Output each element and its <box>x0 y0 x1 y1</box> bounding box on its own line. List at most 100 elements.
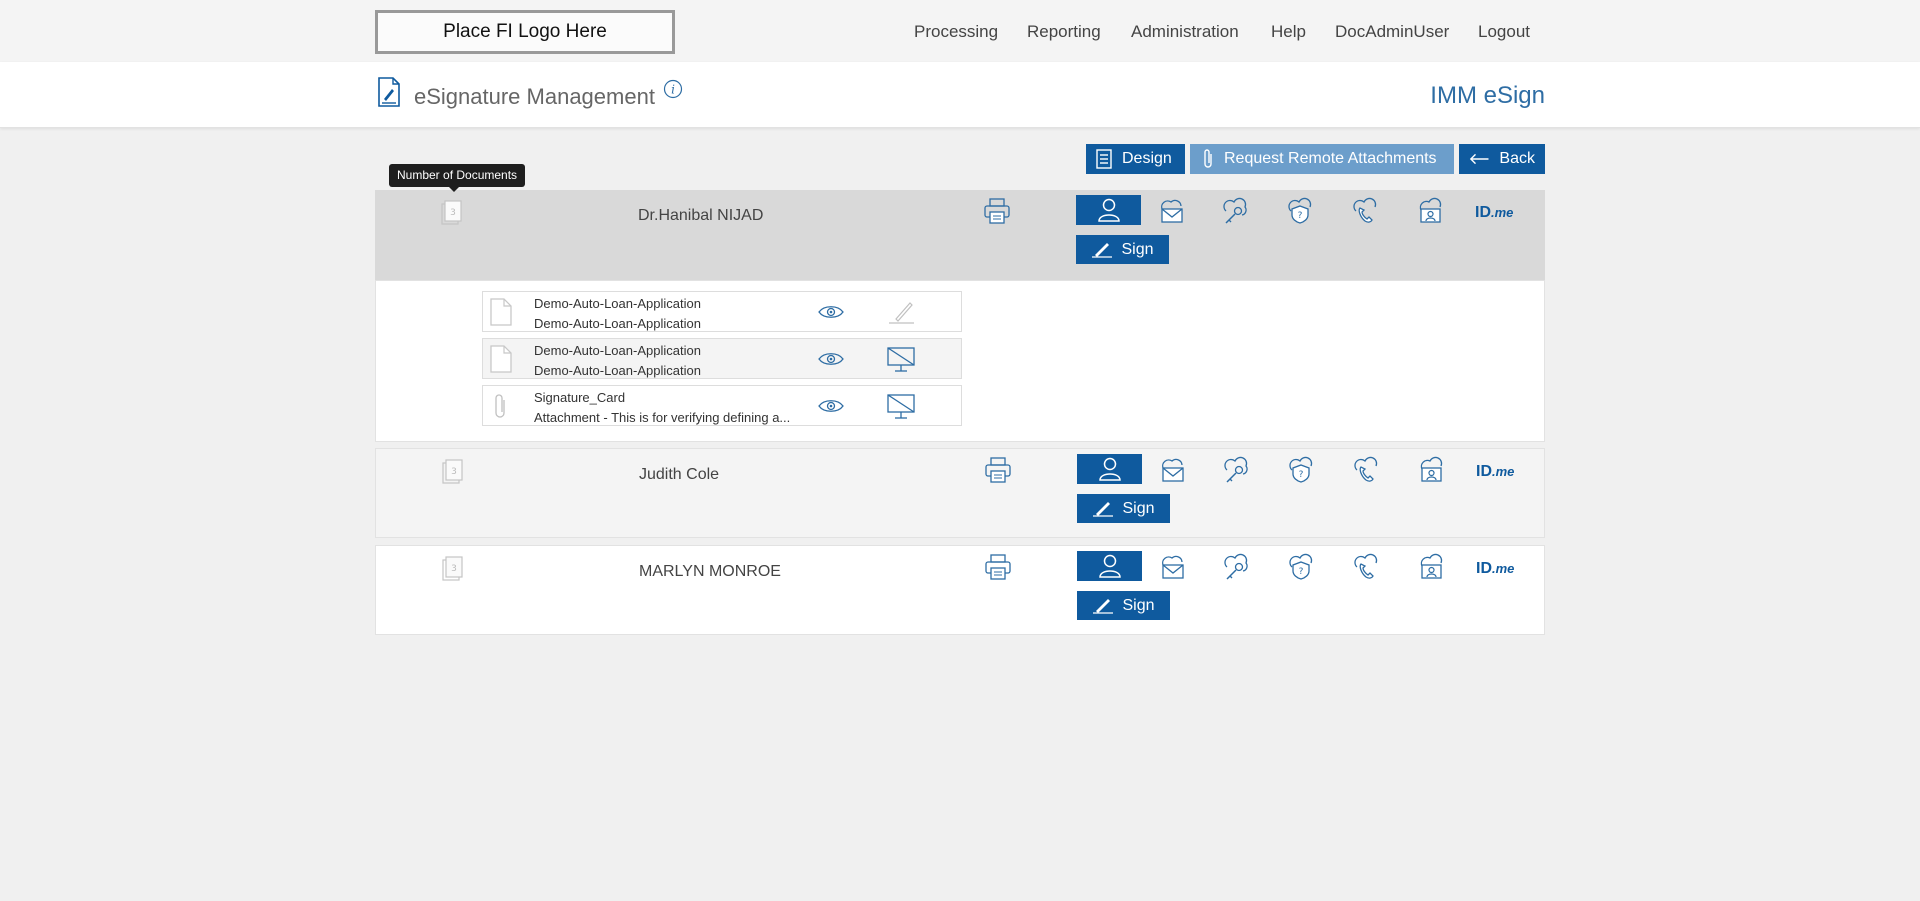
document-item[interactable]: Demo-Auto-Loan-Application Demo-Auto-Loan… <box>482 291 962 332</box>
document-count-icon[interactable]: 3 <box>441 556 465 587</box>
sign-label: Sign <box>1121 240 1154 258</box>
idme-text: ID <box>1475 204 1491 221</box>
info-icon[interactable]: i <box>663 79 683 104</box>
paperclip-icon <box>1204 149 1212 168</box>
key-cloud-icon[interactable] <box>1222 553 1250 586</box>
idme-text: ID <box>1476 463 1492 480</box>
document-name: Demo-Auto-Loan-Application Demo-Auto-Loan… <box>534 341 816 381</box>
document-title: Demo-Auto-Loan-Application <box>534 343 701 358</box>
back-label: Back <box>1499 150 1535 167</box>
signer-row[interactable]: 3 MARLYN MONROE Sign ? ID.me <box>375 545 1545 635</box>
signer-row[interactable]: 3 Judith Cole Sign ? ID.me <box>375 448 1545 538</box>
document-count-tooltip: Number of Documents <box>389 164 526 192</box>
documents-panel: Demo-Auto-Loan-Application Demo-Auto-Loan… <box>375 280 1545 442</box>
phone-cloud-icon[interactable] <box>1351 197 1379 230</box>
app-name: IMM eSign <box>1430 82 1545 109</box>
no-display-icon[interactable] <box>886 393 916 426</box>
signer-name: MARLYN MONROE <box>639 563 781 580</box>
document-description: Attachment - This is for verifying defin… <box>534 410 791 425</box>
idme-suffix: .me <box>1492 561 1515 576</box>
document-name: Demo-Auto-Loan-Application Demo-Auto-Loan… <box>534 294 816 334</box>
svg-text:3: 3 <box>451 564 457 574</box>
svg-text:?: ? <box>1298 211 1303 221</box>
title-bar: eSignature Management i IMM eSign <box>0 62 1920 128</box>
idme-suffix: .me <box>1491 205 1514 220</box>
email-cloud-icon[interactable] <box>1157 456 1187 489</box>
paperclip-icon <box>493 392 507 425</box>
user-auth-button[interactable] <box>1076 195 1141 225</box>
sign-button[interactable]: Sign <box>1077 494 1170 523</box>
logo-placeholder: Place FI Logo Here <box>375 10 675 54</box>
eye-icon[interactable] <box>818 398 844 419</box>
page-title: eSignature Management <box>414 84 655 109</box>
svg-text:?: ? <box>1299 567 1304 577</box>
document-count-icon[interactable]: 3 <box>441 459 465 490</box>
design-label: Design <box>1122 150 1172 167</box>
eye-icon[interactable] <box>818 304 844 325</box>
nav-administration[interactable]: Administration <box>1131 22 1239 42</box>
idme-logo[interactable]: ID.me <box>1476 463 1514 481</box>
nav-help[interactable]: Help <box>1271 22 1306 42</box>
sign-button[interactable]: Sign <box>1076 235 1169 264</box>
question-shield-icon[interactable]: ? <box>1286 197 1314 230</box>
user-icon <box>1097 198 1120 222</box>
document-count-icon[interactable]: 3 <box>440 200 464 231</box>
document-title: Demo-Auto-Loan-Application <box>534 296 701 311</box>
document-title: Signature_Card <box>534 390 626 405</box>
no-display-icon[interactable] <box>886 346 916 379</box>
nav-user[interactable]: DocAdminUser <box>1335 22 1449 42</box>
user-icon <box>1098 554 1121 578</box>
list-document-icon <box>1096 149 1112 169</box>
question-shield-icon[interactable]: ? <box>1287 553 1315 586</box>
printer-icon[interactable] <box>984 553 1012 586</box>
attachment-item[interactable]: Signature_Card Attachment - This is for v… <box>482 385 962 426</box>
sign-label: Sign <box>1122 596 1155 614</box>
document-icon <box>490 298 512 331</box>
signer-name: Judith Cole <box>639 466 720 483</box>
signer-row[interactable]: 3 Dr.Hanibal NIJAD Sign ? ID.me <box>375 190 1545 280</box>
phone-cloud-icon[interactable] <box>1352 456 1380 489</box>
document-name: Signature_Card Attachment - This is for v… <box>534 388 816 428</box>
sign-button[interactable]: Sign <box>1077 591 1170 620</box>
nav-reporting[interactable]: Reporting <box>1027 22 1101 42</box>
pen-icon <box>1093 598 1114 614</box>
printer-icon[interactable] <box>984 456 1012 489</box>
back-button[interactable]: Back <box>1459 144 1545 174</box>
phone-cloud-icon[interactable] <box>1352 553 1380 586</box>
idme-logo[interactable]: ID.me <box>1476 560 1514 578</box>
top-bar: Place FI Logo Here Processing Reporting … <box>0 0 1920 62</box>
svg-text:?: ? <box>1299 470 1304 480</box>
nav-logout[interactable]: Logout <box>1478 22 1530 42</box>
id-cloud-icon[interactable] <box>1416 197 1444 230</box>
document-description: Demo-Auto-Loan-Application <box>534 316 701 331</box>
request-remote-attachments-button[interactable]: Request Remote Attachments <box>1190 144 1454 174</box>
nav-processing[interactable]: Processing <box>914 22 998 42</box>
email-cloud-icon[interactable] <box>1156 197 1186 230</box>
arrow-left-icon <box>1469 153 1489 165</box>
design-button[interactable]: Design <box>1086 144 1185 174</box>
signature-pen-icon[interactable] <box>886 299 916 330</box>
pen-icon <box>1092 242 1113 258</box>
id-cloud-icon[interactable] <box>1417 456 1445 489</box>
document-item[interactable]: Demo-Auto-Loan-Application Demo-Auto-Loan… <box>482 338 962 379</box>
question-shield-icon[interactable]: ? <box>1287 456 1315 489</box>
signer-name: Dr.Hanibal NIJAD <box>638 207 764 224</box>
idme-text: ID <box>1476 560 1492 577</box>
svg-text:3: 3 <box>450 208 456 218</box>
email-cloud-icon[interactable] <box>1157 553 1187 586</box>
idme-suffix: .me <box>1492 464 1515 479</box>
user-auth-button[interactable] <box>1077 551 1142 581</box>
document-sign-icon <box>377 77 401 112</box>
printer-icon[interactable] <box>983 197 1011 230</box>
svg-text:i: i <box>671 83 675 97</box>
document-description: Demo-Auto-Loan-Application <box>534 363 701 378</box>
idme-logo[interactable]: ID.me <box>1475 204 1513 222</box>
user-auth-button[interactable] <box>1077 454 1142 484</box>
eye-icon[interactable] <box>818 351 844 372</box>
id-cloud-icon[interactable] <box>1417 553 1445 586</box>
sign-label: Sign <box>1122 499 1155 517</box>
key-cloud-icon[interactable] <box>1221 197 1249 230</box>
key-cloud-icon[interactable] <box>1222 456 1250 489</box>
document-icon <box>490 345 512 378</box>
request-remote-attachments-label: Request Remote Attachments <box>1224 150 1437 167</box>
